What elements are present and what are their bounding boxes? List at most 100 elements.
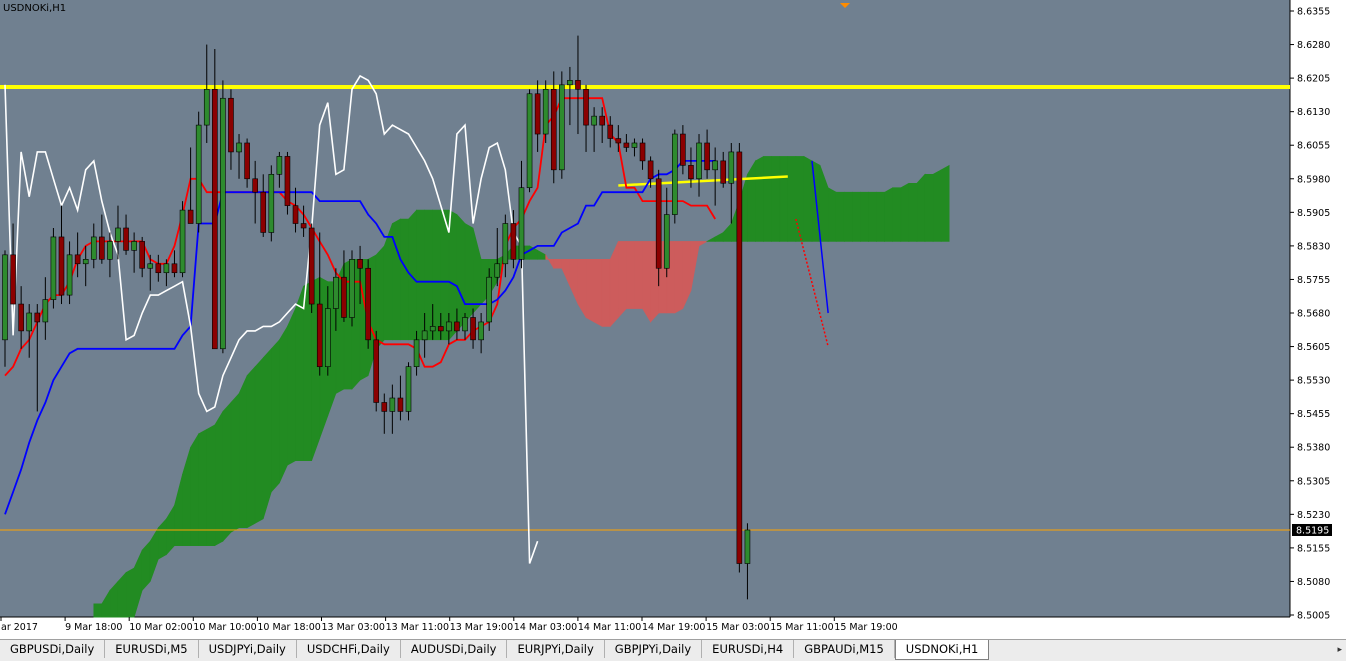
bull-candle bbox=[66, 254, 73, 296]
price-chart[interactable]: 8.6355 8.6280 8.6205 8.6130 8.6055 8.5980 8.59… bbox=[0, 0, 1346, 639]
bear-candle bbox=[680, 133, 686, 166]
bull-candle bbox=[147, 263, 154, 269]
bear-candle bbox=[583, 88, 589, 126]
time-tick-label: 13 Mar 11:00 bbox=[386, 622, 449, 633]
chart-window[interactable]: 8.6355 8.6280 8.6205 8.6130 8.6055 8.5980 8.59… bbox=[0, 0, 1346, 660]
bull-candle bbox=[429, 326, 436, 332]
tab-usdchfi-daily[interactable]: USDCHFi,Daily bbox=[297, 640, 401, 658]
price-tick-label: 8.5830 bbox=[1297, 241, 1330, 252]
kumo-bear-segment bbox=[585, 259, 595, 323]
price-tick-label: 8.6055 bbox=[1297, 141, 1330, 152]
time-tick-label: 15 Mar 11:00 bbox=[770, 622, 833, 633]
scroll-right-icon[interactable]: ▸ bbox=[1337, 645, 1342, 655]
bear-candle bbox=[365, 267, 371, 341]
kumo-bull-segment bbox=[375, 245, 385, 350]
bull-candle bbox=[405, 366, 412, 412]
kumo-bear-segment bbox=[626, 241, 635, 309]
kumo-bear-segment bbox=[642, 241, 651, 324]
bull-candle bbox=[220, 97, 226, 350]
bull-candle bbox=[486, 276, 493, 323]
bear-candle bbox=[736, 151, 743, 564]
kumo-bull-segment bbox=[93, 603, 103, 618]
bear-candle bbox=[212, 88, 218, 350]
bull-candle bbox=[195, 124, 202, 224]
tab-gbpaudi-m15[interactable]: GBPAUDi,M15 bbox=[794, 640, 895, 658]
kumo-bear-segment bbox=[618, 241, 627, 319]
bull-candle bbox=[542, 88, 549, 135]
kumo-bear-segment bbox=[553, 259, 563, 269]
bear-candle bbox=[123, 227, 129, 251]
tab-gbpusdi-daily[interactable]: GBPUSDi,Daily bbox=[0, 640, 106, 658]
tab-usdjpyi-daily[interactable]: USDJPYi,Daily bbox=[199, 640, 297, 658]
bull-candle bbox=[163, 263, 170, 274]
kumo-bull-segment bbox=[279, 325, 288, 484]
kumo-bull-segment bbox=[262, 348, 272, 519]
tab-usdnoki-h1[interactable]: USDNOKi,H1 bbox=[894, 640, 990, 660]
tab-eurjpyi-daily[interactable]: EURJPYi,Daily bbox=[507, 640, 605, 658]
kumo-bull-segment bbox=[868, 191, 877, 242]
kumo-bull-segment bbox=[843, 191, 853, 242]
kumo-bull-segment bbox=[287, 308, 296, 466]
bull-candle bbox=[712, 160, 718, 171]
kumo-bull-segment bbox=[416, 209, 425, 341]
bear-candle bbox=[550, 88, 557, 171]
kumo-bull-segment bbox=[271, 339, 280, 493]
bear-candle bbox=[18, 303, 24, 332]
bull-candle bbox=[744, 529, 751, 564]
bull-candle bbox=[413, 339, 420, 367]
bear-candle bbox=[639, 142, 646, 162]
bull-candle bbox=[663, 214, 670, 269]
symbol-label: USDNOKi,H1 bbox=[3, 3, 67, 14]
kumo-bear-segment bbox=[674, 241, 684, 314]
time-tick-label: 14 Mar 03:00 bbox=[514, 622, 577, 633]
bear-candle bbox=[534, 93, 541, 135]
bear-candle bbox=[599, 115, 605, 126]
bid-price-label: 8.5195 bbox=[1296, 525, 1329, 536]
bear-candle bbox=[647, 160, 654, 180]
bull-candle bbox=[559, 84, 565, 171]
kumo-bull-segment bbox=[755, 155, 764, 242]
kumo-bull-segment bbox=[852, 191, 861, 242]
kumo-bull-segment bbox=[795, 156, 805, 242]
kumo-bull-segment bbox=[222, 401, 232, 542]
kumo-bear-segment bbox=[634, 241, 643, 309]
bull-candle bbox=[349, 259, 355, 318]
tab-audusdi-daily[interactable]: AUDUSDi,Daily bbox=[401, 640, 508, 658]
bear-candle bbox=[99, 236, 105, 260]
kumo-bull-segment bbox=[190, 432, 199, 546]
kumo-bull-segment bbox=[908, 182, 918, 242]
bull-candle bbox=[333, 276, 339, 309]
bear-candle bbox=[228, 97, 234, 153]
bear-candle bbox=[381, 402, 388, 412]
bear-candle bbox=[510, 223, 517, 260]
bear-candle bbox=[260, 191, 267, 233]
time-tick-label: 10 Mar 10:00 bbox=[193, 622, 256, 633]
bear-candle bbox=[284, 156, 291, 206]
time-tick-label: 10 Mar 18:00 bbox=[257, 622, 320, 633]
kumo-bull-segment bbox=[827, 187, 837, 242]
bull-candle bbox=[518, 187, 525, 260]
bear-candle bbox=[316, 303, 323, 367]
kumo-bull-segment bbox=[246, 365, 256, 529]
time-tick-label: 14 Mar 19:00 bbox=[642, 622, 705, 633]
bear-candle bbox=[470, 317, 476, 341]
price-tick-label: 8.5605 bbox=[1297, 342, 1330, 353]
bear-candle bbox=[607, 124, 614, 139]
tab-eurusdi-m5[interactable]: EURUSDi,M5 bbox=[105, 640, 199, 658]
bull-candle bbox=[203, 88, 210, 126]
time-tick-label: 14 Mar 11:00 bbox=[578, 622, 641, 633]
bull-candle bbox=[696, 142, 702, 180]
bull-candle bbox=[478, 321, 484, 341]
kumo-bull-segment bbox=[456, 213, 466, 332]
price-tick-label: 8.5080 bbox=[1297, 577, 1330, 588]
bull-candle bbox=[502, 223, 509, 265]
kumo-bear-segment bbox=[601, 259, 611, 327]
tab-gbpjpyi-daily[interactable]: GBPJPYi,Daily bbox=[605, 640, 703, 658]
kumo-bull-segment bbox=[295, 286, 304, 461]
price-tick-label: 8.5905 bbox=[1297, 208, 1330, 219]
kumo-bull-segment bbox=[835, 191, 845, 242]
tab-eurusdi-h4[interactable]: EURUSDi,H4 bbox=[702, 640, 795, 658]
bull-candle bbox=[82, 259, 89, 265]
bear-candle bbox=[74, 254, 81, 265]
kumo-bull-segment bbox=[214, 410, 224, 547]
